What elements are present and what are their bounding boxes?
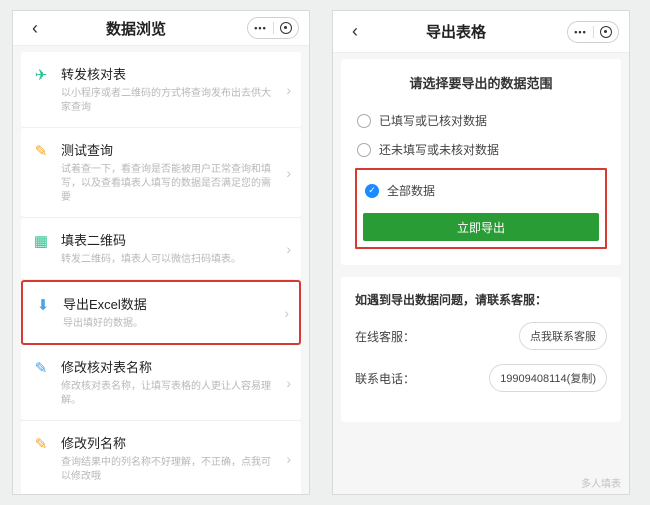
item-subtitle: 试着查一下，看查询是否能被用户正常查询和填写，以及查看填表人填写的数据是否满足您… xyxy=(61,163,276,205)
item-title: 修改核对表名称 xyxy=(61,357,276,376)
radio-label: 还未填写或未核对数据 xyxy=(379,141,499,158)
item-subtitle: 以小程序或者二维码的方式将查询发布出去供大家查询 xyxy=(61,87,276,115)
chevron-right-icon: › xyxy=(284,305,289,321)
kf-phone-button[interactable]: 19909408114(复制) xyxy=(489,364,607,392)
menu-dots-icon[interactable]: ••• xyxy=(254,23,266,33)
item-icon: ✎ xyxy=(31,141,51,161)
radio-checked-icon: ✓ xyxy=(365,184,379,198)
item-title: 修改列名称 xyxy=(61,433,276,452)
menu-item-4[interactable]: ✎ 修改核对表名称修改核对表名称，让填写表格的人更让人容易理解。 › xyxy=(21,345,301,421)
item-subtitle: 查询结果中的列名称不好理解，不正确，点我可以修改哦 xyxy=(61,456,276,484)
menu-item-5[interactable]: ✎ 修改列名称查询结果中的列名称不好理解，不正确，点我可以修改哦 › xyxy=(21,421,301,494)
select-title: 请选择要导出的数据范围 xyxy=(355,73,607,92)
export-button[interactable]: 立即导出 xyxy=(363,213,599,241)
page-title: 数据浏览 xyxy=(25,18,247,39)
item-icon: ✎ xyxy=(31,358,51,378)
kf-title: 如遇到导出数据问题，请联系客服： xyxy=(355,291,607,308)
item-title: 填表二维码 xyxy=(61,230,276,249)
item-subtitle: 修改核对表名称，让填写表格的人更让人容易理解。 xyxy=(61,380,276,408)
chevron-right-icon: › xyxy=(286,82,291,98)
kf-online-row: 在线客服： 点我联系客服 xyxy=(355,322,607,350)
menu-item-3[interactable]: ⬇ 导出Excel数据导出填好的数据。 › xyxy=(21,280,301,345)
footer-watermark: 多人填表 xyxy=(581,475,621,490)
capsule[interactable]: ••• xyxy=(567,21,619,43)
kf-online-label: 在线客服： xyxy=(355,328,415,345)
item-icon: ✎ xyxy=(31,434,51,454)
menu-item-2[interactable]: ▦ 填表二维码转发二维码，填表人可以微信扫码填表。 › xyxy=(21,218,301,280)
item-title: 转发核对表 xyxy=(61,64,276,83)
chevron-right-icon: › xyxy=(286,241,291,257)
select-panel: 请选择要导出的数据范围 已填写或已核对数据还未填写或未核对数据 ✓ 全部数据立即导出 xyxy=(341,59,621,265)
radio-empty-icon xyxy=(357,143,371,157)
topbar: ‹ 数据浏览 ••• xyxy=(13,11,309,46)
chevron-right-icon: › xyxy=(286,375,291,391)
topbar: ‹ 导出表格 ••• xyxy=(333,11,629,53)
page-title: 导出表格 xyxy=(345,21,567,42)
item-subtitle: 导出填好的数据。 xyxy=(63,317,274,331)
kf-phone-row: 联系电话： 19909408114(复制) xyxy=(355,364,607,392)
chevron-right-icon: › xyxy=(286,165,291,181)
item-title: 测试查询 xyxy=(61,140,276,159)
menu-item-0[interactable]: ✈ 转发核对表以小程序或者二维码的方式将查询发布出去供大家查询 › xyxy=(21,52,301,128)
close-target-icon[interactable] xyxy=(600,26,612,38)
left-screen: ‹ 数据浏览 ••• ✈ 转发核对表以小程序或者二维码的方式将查询发布出去供大家查… xyxy=(12,10,310,495)
close-target-icon[interactable] xyxy=(280,22,292,34)
radio-option-1[interactable]: 还未填写或未核对数据 xyxy=(355,135,607,164)
chevron-right-icon: › xyxy=(286,451,291,467)
menu-list: ✈ 转发核对表以小程序或者二维码的方式将查询发布出去供大家查询 › ✎ 测试查询试着查一… xyxy=(13,46,309,494)
capsule[interactable]: ••• xyxy=(247,17,299,39)
highlighted-selection: ✓ 全部数据立即导出 xyxy=(355,168,607,249)
right-screen: ‹ 导出表格 ••• 请选择要导出的数据范围 已填写或已核对数据还未填写或未核对… xyxy=(332,10,630,495)
radio-option-2[interactable]: ✓ 全部数据 xyxy=(363,176,599,205)
menu-dots-icon[interactable]: ••• xyxy=(574,27,586,37)
radio-option-0[interactable]: 已填写或已核对数据 xyxy=(355,106,607,135)
item-subtitle: 转发二维码，填表人可以微信扫码填表。 xyxy=(61,253,276,267)
kf-panel: 如遇到导出数据问题，请联系客服： 在线客服： 点我联系客服 联系电话： 1990… xyxy=(341,277,621,422)
kf-phone-label: 联系电话： xyxy=(355,370,415,387)
radio-label: 全部数据 xyxy=(387,182,435,199)
item-icon: ⬇ xyxy=(33,295,53,315)
kf-online-button[interactable]: 点我联系客服 xyxy=(519,322,607,350)
radio-empty-icon xyxy=(357,114,371,128)
export-content: 请选择要导出的数据范围 已填写或已核对数据还未填写或未核对数据 ✓ 全部数据立即导出… xyxy=(333,53,629,442)
radio-label: 已填写或已核对数据 xyxy=(379,112,487,129)
item-title: 导出Excel数据 xyxy=(63,294,274,313)
menu-item-1[interactable]: ✎ 测试查询试着查一下，看查询是否能被用户正常查询和填写，以及查看填表人填写的数据… xyxy=(21,128,301,218)
item-icon: ▦ xyxy=(31,231,51,251)
item-icon: ✈ xyxy=(31,65,51,85)
